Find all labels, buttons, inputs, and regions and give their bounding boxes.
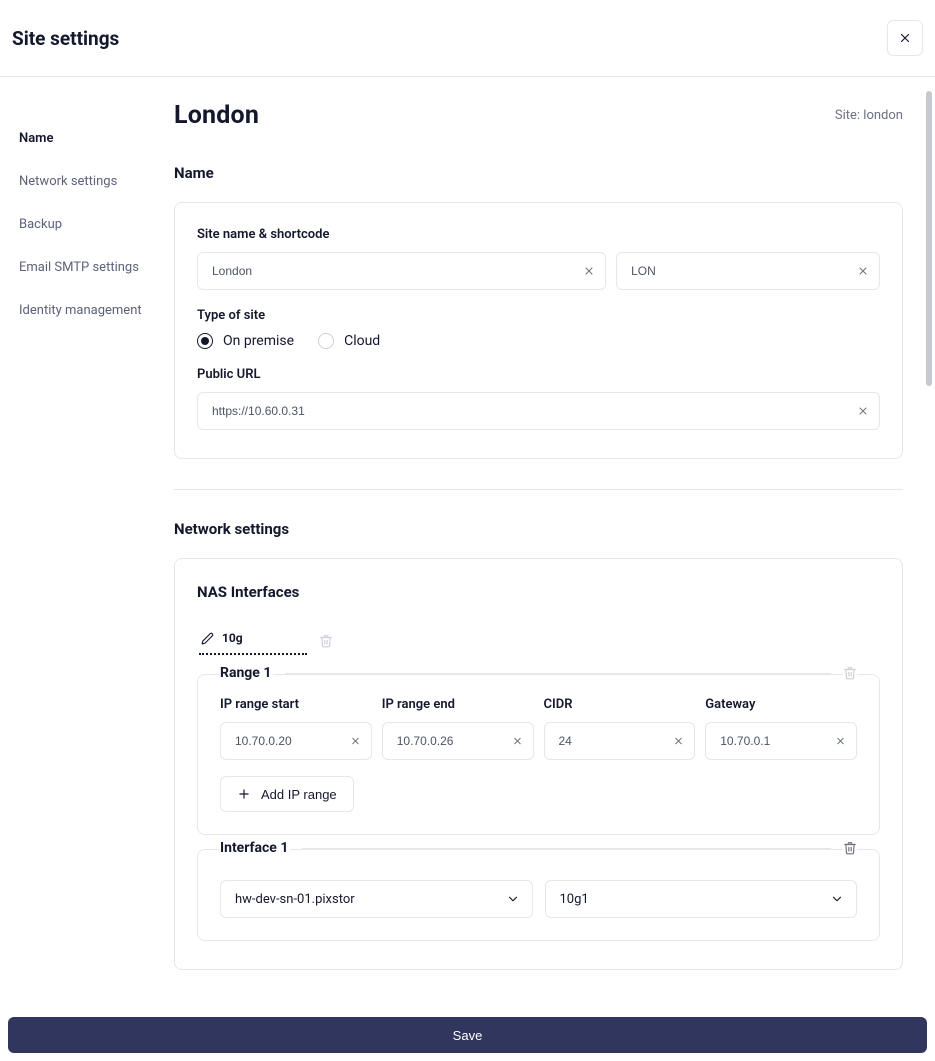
clear-icon[interactable] (835, 736, 846, 747)
range-title: Range 1 (220, 665, 273, 681)
label-ip-end: IP range end (382, 697, 534, 712)
shortcode-input[interactable] (631, 264, 847, 278)
divider-line (302, 848, 831, 849)
interface-host-select[interactable]: hw-dev-sn-01.pixstor (220, 880, 533, 918)
scrollbar-thumb[interactable] (926, 91, 932, 386)
clear-icon[interactable] (673, 736, 684, 747)
main-content: London Site: london Name Site name & sho… (174, 77, 935, 1015)
label-cidr: CIDR (544, 697, 696, 712)
radio-icon-selected (197, 333, 213, 349)
sidebar: Name Network settings Backup Email SMTP … (0, 77, 174, 1015)
name-card: Site name & shortcode (174, 202, 903, 459)
cidr-input-wrap (544, 722, 696, 760)
close-button[interactable] (887, 20, 923, 56)
footer: Save (0, 1009, 935, 1061)
public-url-input[interactable] (212, 404, 847, 418)
nas-tab-editable[interactable]: 10g (199, 627, 307, 655)
modal-header: Site settings (0, 0, 935, 77)
label-ip-start: IP range start (220, 697, 372, 712)
radio-icon-unselected (318, 333, 334, 349)
page-heading: London (174, 101, 259, 130)
section-title-network: Network settings (174, 520, 903, 538)
gateway-input-wrap (705, 722, 857, 760)
save-button[interactable]: Save (8, 1017, 927, 1053)
interface-box: Interface 1 hw-dev-sn-01.pixstor (197, 849, 880, 941)
clear-icon[interactable] (350, 736, 361, 747)
clear-icon[interactable] (512, 736, 523, 747)
add-ip-range-label: Add IP range (261, 787, 337, 802)
chevron-down-icon (830, 892, 844, 906)
pencil-icon (201, 632, 214, 645)
label-gateway: Gateway (705, 697, 857, 712)
clear-icon[interactable] (857, 405, 869, 417)
add-ip-range-button[interactable]: Add IP range (220, 776, 354, 812)
delete-interface-button[interactable] (843, 841, 857, 855)
network-card: NAS Interfaces 10g (174, 558, 903, 970)
trash-icon-disabled (319, 634, 333, 648)
shortcode-input-wrap (616, 252, 880, 290)
cidr-input[interactable] (559, 734, 663, 748)
plus-icon (237, 787, 251, 801)
label-public-url: Public URL (197, 367, 880, 382)
nas-tab-label: 10g (222, 631, 243, 645)
clear-icon[interactable] (857, 265, 869, 277)
divider-line (285, 673, 831, 674)
section-title-name: Name (174, 164, 903, 182)
ip-start-input-wrap (220, 722, 372, 760)
site-tag: Site: london (835, 108, 903, 123)
site-name-input[interactable] (212, 264, 573, 278)
sidebar-item-backup[interactable]: Backup (0, 203, 174, 246)
interface-host-value: hw-dev-sn-01.pixstor (235, 892, 355, 907)
gateway-input[interactable] (720, 734, 824, 748)
label-type-of-site: Type of site (197, 308, 880, 323)
radio-label: Cloud (344, 333, 380, 349)
interface-title: Interface 1 (220, 840, 290, 856)
ip-end-input-wrap (382, 722, 534, 760)
radio-on-premise[interactable]: On premise (197, 333, 294, 349)
ip-end-input[interactable] (397, 734, 501, 748)
site-name-input-wrap (197, 252, 606, 290)
sidebar-item-name[interactable]: Name (0, 117, 174, 160)
chevron-down-icon (506, 892, 520, 906)
radio-cloud[interactable]: Cloud (318, 333, 380, 349)
label-shortcode: Site name & shortcode (197, 227, 880, 242)
clear-icon[interactable] (583, 265, 595, 277)
close-icon (898, 31, 912, 45)
trash-icon-disabled (843, 666, 857, 680)
range-box: Range 1 IP range start (197, 674, 880, 835)
interface-port-select[interactable]: 10g1 (545, 880, 858, 918)
interface-port-value: 10g1 (560, 892, 589, 907)
sidebar-item-email[interactable]: Email SMTP settings (0, 246, 174, 289)
sidebar-item-network[interactable]: Network settings (0, 160, 174, 203)
nas-interfaces-title: NAS Interfaces (197, 583, 880, 601)
modal-title: Site settings (12, 27, 119, 50)
radio-label: On premise (223, 333, 294, 349)
sidebar-item-identity[interactable]: Identity management (0, 289, 174, 332)
public-url-input-wrap (197, 392, 880, 430)
divider (174, 489, 903, 490)
ip-start-input[interactable] (235, 734, 339, 748)
